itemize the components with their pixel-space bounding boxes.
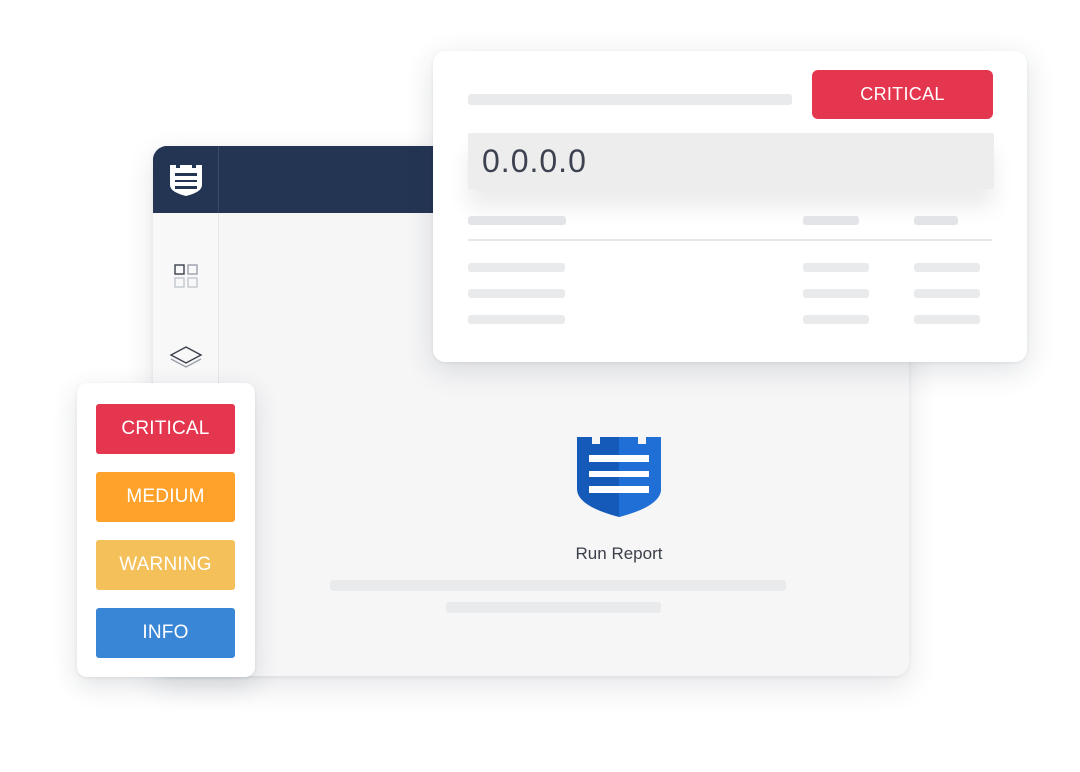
table-row [468, 315, 565, 324]
table-divider [468, 239, 992, 241]
app-logo[interactable] [153, 146, 219, 213]
table-row [914, 263, 980, 272]
table-header-placeholder [914, 216, 958, 225]
placeholder-line [330, 580, 786, 591]
title-placeholder [468, 94, 792, 105]
medium-button[interactable]: MEDIUM [96, 472, 235, 522]
table-row [914, 315, 980, 324]
placeholder-line [446, 602, 661, 613]
table-row [803, 315, 869, 324]
brand-castle-icon [577, 437, 661, 517]
table-row [803, 263, 869, 272]
table-row [914, 289, 980, 298]
layers-icon[interactable] [169, 341, 203, 375]
table-header-placeholder [468, 216, 566, 225]
stage: Run Report CRITICAL 0.0.0.0 CRITICAL MED… [0, 0, 1080, 772]
critical-severity-badge[interactable]: CRITICAL [812, 70, 993, 119]
run-report-label[interactable]: Run Report [519, 544, 719, 564]
grid-icon[interactable] [169, 259, 203, 293]
table-row [468, 263, 565, 272]
table-row [803, 289, 869, 298]
castle-logo-icon [169, 164, 202, 196]
table-row [468, 289, 565, 298]
ip-address-field[interactable]: 0.0.0.0 [468, 133, 994, 189]
table-header-placeholder [803, 216, 859, 225]
severity-legend-card: CRITICAL MEDIUM WARNING INFO [77, 383, 255, 677]
critical-button[interactable]: CRITICAL [96, 404, 235, 454]
info-button[interactable]: INFO [96, 608, 235, 658]
detail-card: CRITICAL 0.0.0.0 [433, 51, 1027, 362]
warning-button[interactable]: WARNING [96, 540, 235, 590]
